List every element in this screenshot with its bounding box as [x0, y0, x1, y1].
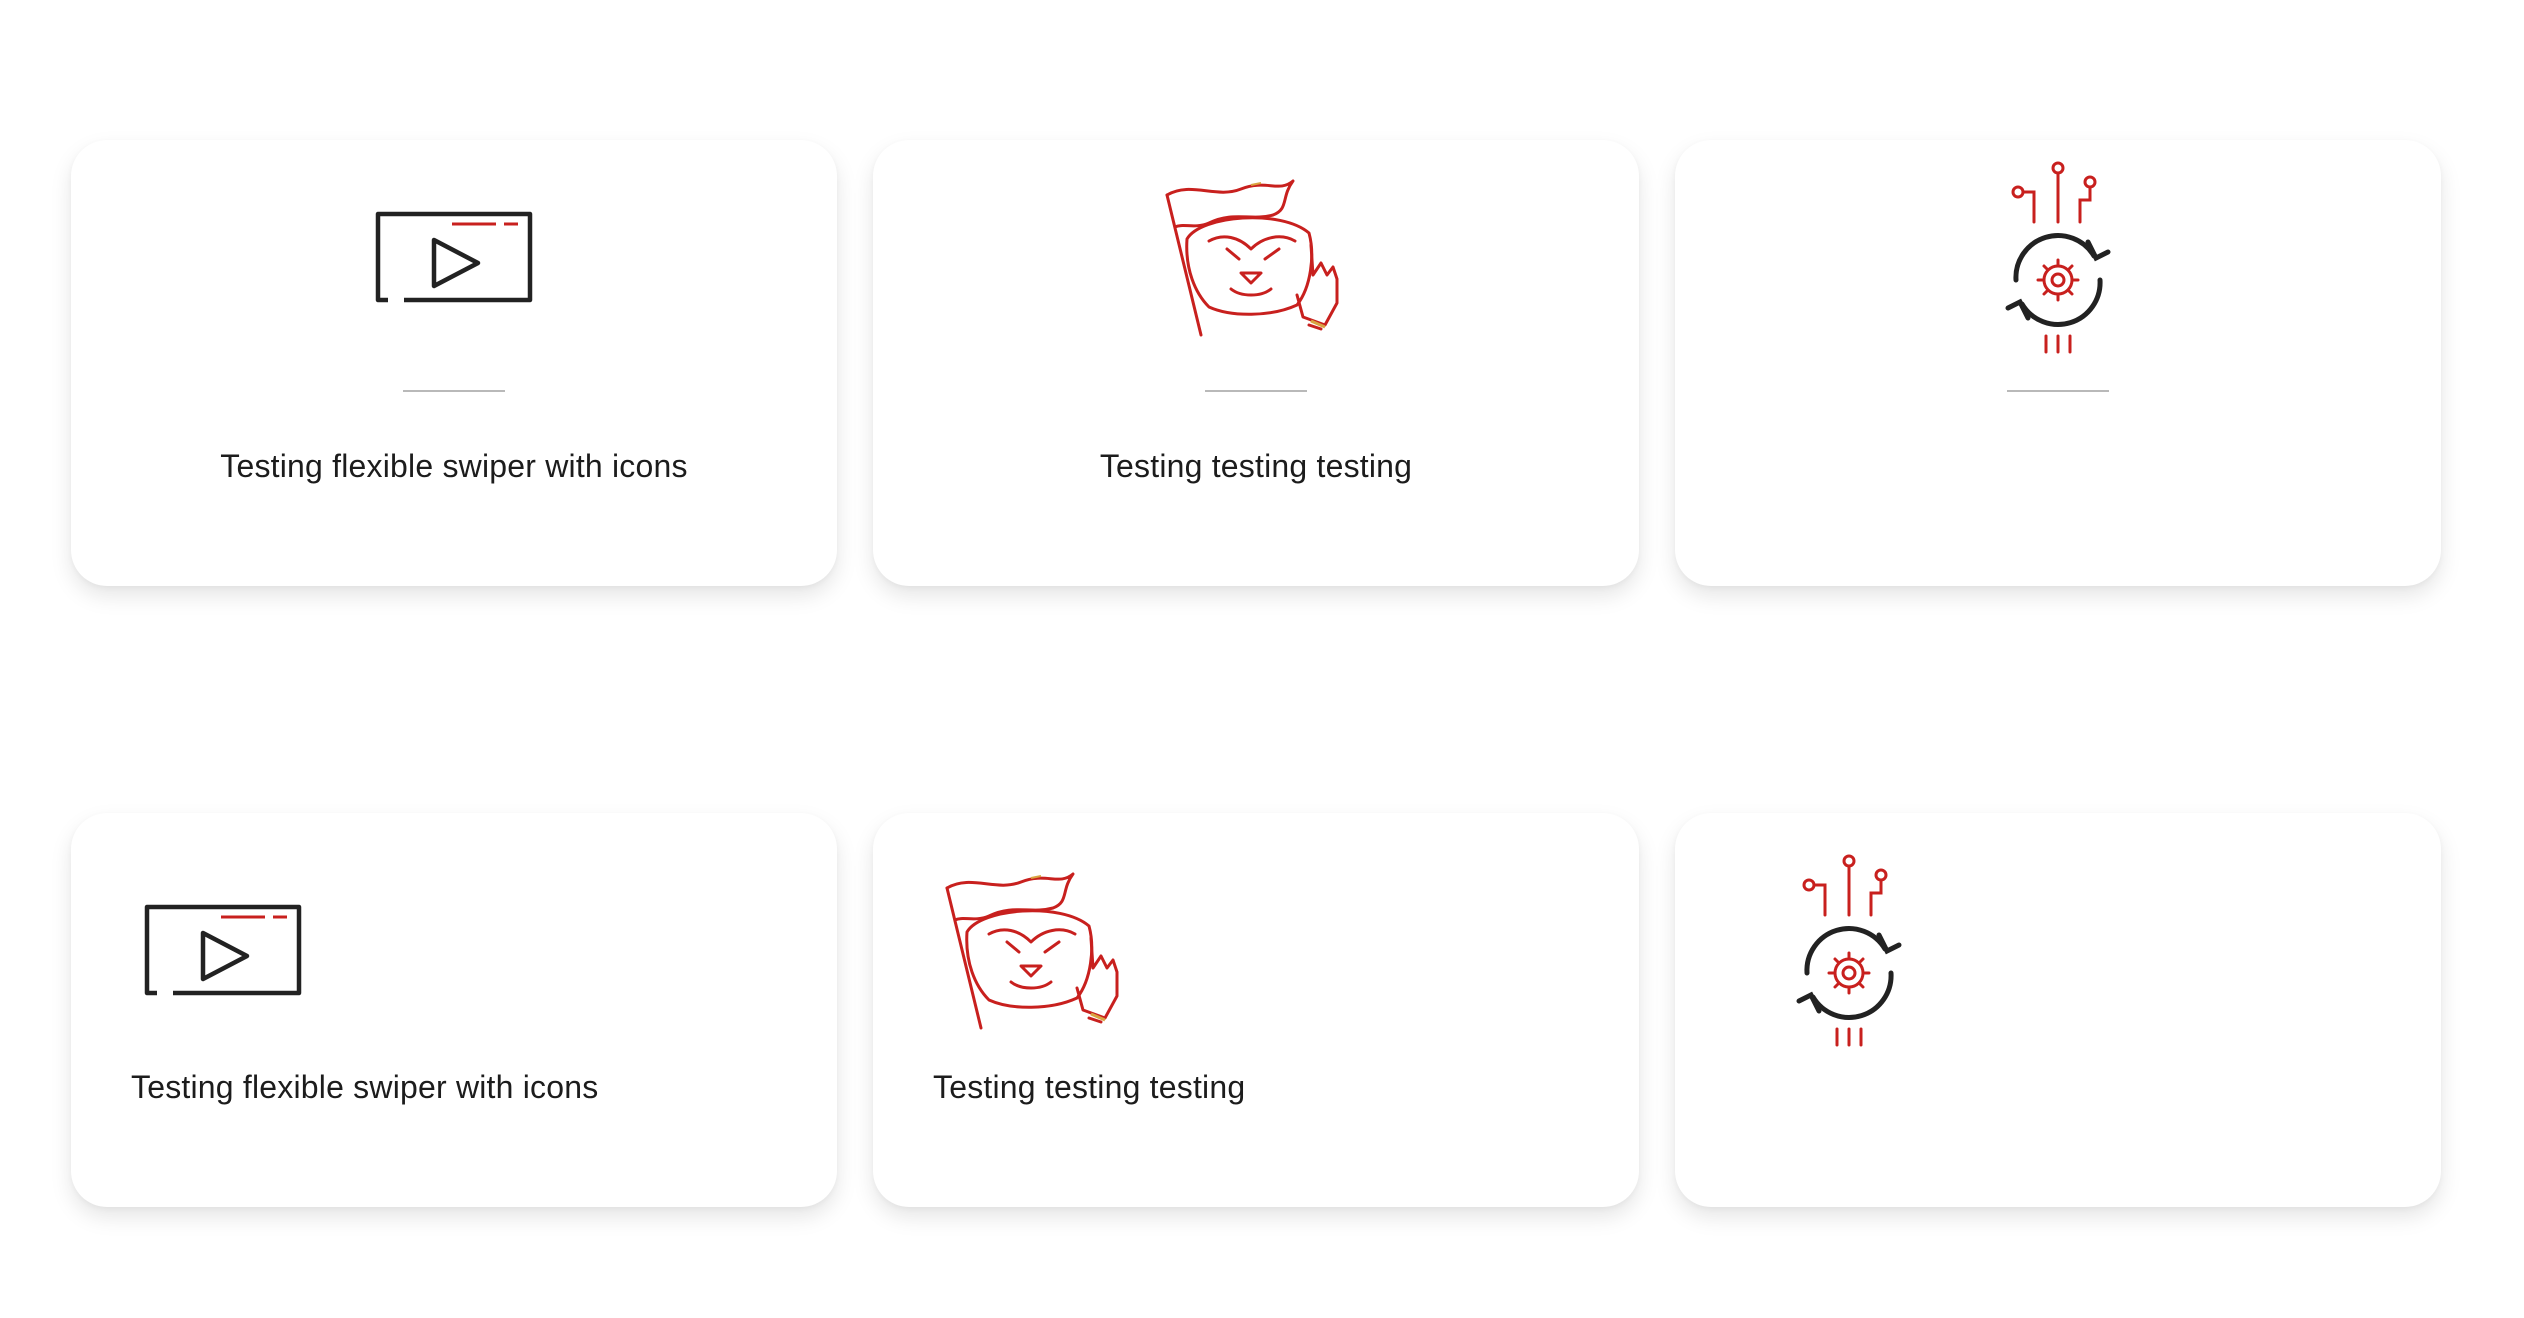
swiper-row-left: Testing flexible swiper with icons Testi… [71, 813, 2441, 1207]
video-play-icon [131, 853, 331, 1053]
swiper-card[interactable]: Testing testing testing [873, 813, 1639, 1207]
swiper-card[interactable] [1675, 140, 2441, 586]
video-play-icon [354, 160, 554, 360]
badger-flag-icon [933, 853, 1133, 1053]
card-label: Testing flexible swiper with icons [131, 1069, 599, 1105]
swiper-card[interactable] [1675, 813, 2441, 1207]
gear-cycle-circuit-icon [1958, 160, 2158, 360]
badger-flag-icon [1156, 160, 1356, 360]
card-divider [1205, 390, 1307, 392]
card-divider [403, 390, 505, 392]
card-label: Testing testing testing [933, 1069, 1246, 1105]
swiper-card[interactable]: Testing testing testing [873, 140, 1639, 586]
gear-cycle-circuit-icon [1735, 853, 1935, 1053]
card-label: Testing testing testing [1099, 448, 1413, 484]
swiper-card[interactable]: Testing flexible swiper with icons [71, 813, 837, 1207]
card-label: Testing flexible swiper with icons [220, 448, 688, 484]
swiper-card[interactable]: Testing flexible swiper with icons [71, 140, 837, 586]
swiper-row-centered: Testing flexible swiper with icons Testi… [71, 140, 2441, 586]
card-divider [2007, 390, 2109, 392]
